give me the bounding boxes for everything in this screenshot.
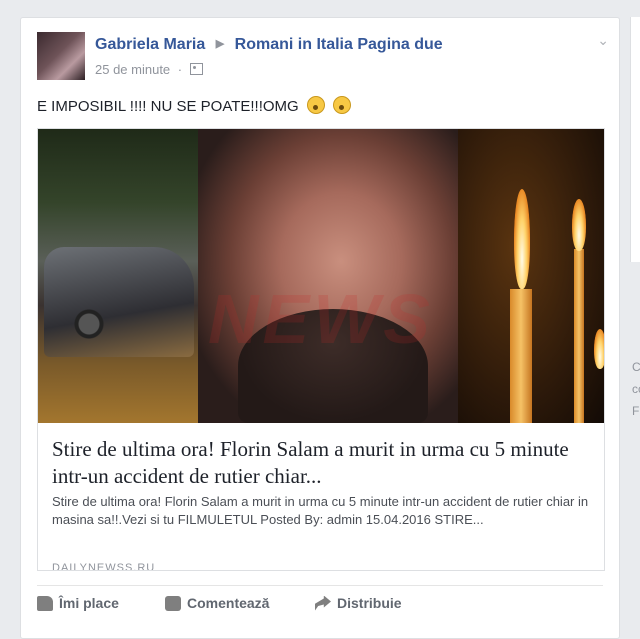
link-description: Stire de ultima ora! Florin Salam a muri… xyxy=(52,494,589,527)
sidebar-text: cc xyxy=(632,382,640,396)
action-bar: Îmi place Comentează Distribuie xyxy=(37,595,603,619)
like-button[interactable]: Îmi place xyxy=(37,595,119,611)
link-preview[interactable]: NEWS Stire de ultima ora! Florin Salam a… xyxy=(37,128,605,571)
share-button[interactable]: Distribuie xyxy=(315,595,402,611)
audience-icon[interactable] xyxy=(189,63,203,75)
sidebar-panel xyxy=(630,17,640,262)
crying-man-photo xyxy=(198,129,458,423)
status-text: E IMPOSIBIL !!!! NU SE POATE!!!OMG xyxy=(37,98,299,115)
link-source: DAILYNEWSS.RU xyxy=(52,562,156,571)
candles-photo xyxy=(458,129,604,423)
author-name[interactable]: Gabriela Maria xyxy=(95,36,205,53)
timestamp[interactable]: 25 de minute xyxy=(95,62,170,77)
link-image[interactable]: NEWS xyxy=(38,129,604,423)
arrow-right-icon: ▶ xyxy=(215,38,225,50)
post-status: E IMPOSIBIL !!!! NU SE POATE!!!OMG xyxy=(37,96,352,115)
sidebar-text: F xyxy=(632,404,640,418)
separator: · xyxy=(177,62,183,77)
comment-label: Comentează xyxy=(187,595,270,611)
avatar[interactable] xyxy=(37,32,85,80)
divider xyxy=(37,585,603,586)
group-name[interactable]: Romani in Italia Pagina due xyxy=(235,36,443,53)
gasp-emoji-icon xyxy=(306,96,325,114)
post-meta: 25 de minute · xyxy=(95,62,203,77)
share-label: Distribuie xyxy=(337,595,402,611)
post-card: Gabriela Maria ▶ Romani in Italia Pagina… xyxy=(20,17,620,639)
link-title[interactable]: Stire de ultima ora! Florin Salam a muri… xyxy=(52,436,592,490)
watermark: NEWS xyxy=(208,280,434,358)
gasp-emoji-icon xyxy=(333,96,352,114)
share-icon xyxy=(315,595,331,611)
thumbs-up-icon xyxy=(37,595,53,611)
post-header: Gabriela Maria ▶ Romani in Italia Pagina… xyxy=(95,36,443,54)
comment-icon xyxy=(165,595,181,611)
chevron-down-icon[interactable]: ⌄ xyxy=(597,32,609,49)
sidebar-text: C xyxy=(632,360,640,374)
crash-photo xyxy=(38,129,198,423)
like-label: Îmi place xyxy=(59,595,119,611)
comment-button[interactable]: Comentează xyxy=(165,595,269,611)
